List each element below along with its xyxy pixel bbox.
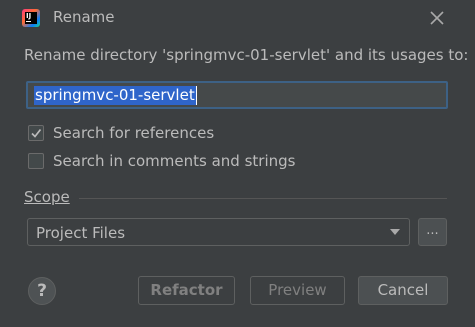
dialog-title: Rename (53, 8, 115, 26)
search-references-label: Search for references (53, 124, 215, 142)
search-comments-checkbox[interactable] (28, 153, 44, 169)
rename-prompt: Rename directory 'springmvc-01-servlet' … (24, 46, 469, 64)
refactor-button[interactable]: Refactor (138, 276, 235, 305)
scope-section-label: Scope (24, 188, 70, 206)
scope-selected-value: Project Files (36, 224, 126, 242)
app-icon-text: IJ (26, 12, 32, 20)
close-button[interactable] (426, 7, 448, 29)
close-icon (430, 11, 444, 25)
preview-button[interactable]: Preview (250, 276, 345, 305)
chevron-down-icon (390, 229, 400, 235)
intellij-idea-icon: IJ (22, 9, 40, 27)
new-name-field[interactable]: springmvc-01-servlet (26, 81, 448, 109)
scope-divider (79, 198, 447, 199)
new-name-value[interactable]: springmvc-01-servlet (34, 86, 196, 105)
search-references-checkbox[interactable] (28, 125, 44, 141)
scope-dropdown[interactable]: Project Files (27, 218, 410, 246)
cancel-button[interactable]: Cancel (358, 276, 448, 305)
search-comments-label: Search in comments and strings (53, 152, 296, 170)
help-button[interactable]: ? (28, 277, 56, 305)
checkmark-icon (31, 128, 42, 138)
text-caret (196, 86, 197, 105)
title-bar: IJ Rename (0, 0, 475, 36)
browse-scope-button[interactable]: ... (418, 218, 447, 246)
rename-dialog: IJ Rename Rename directory 'springmvc-01… (0, 0, 475, 327)
